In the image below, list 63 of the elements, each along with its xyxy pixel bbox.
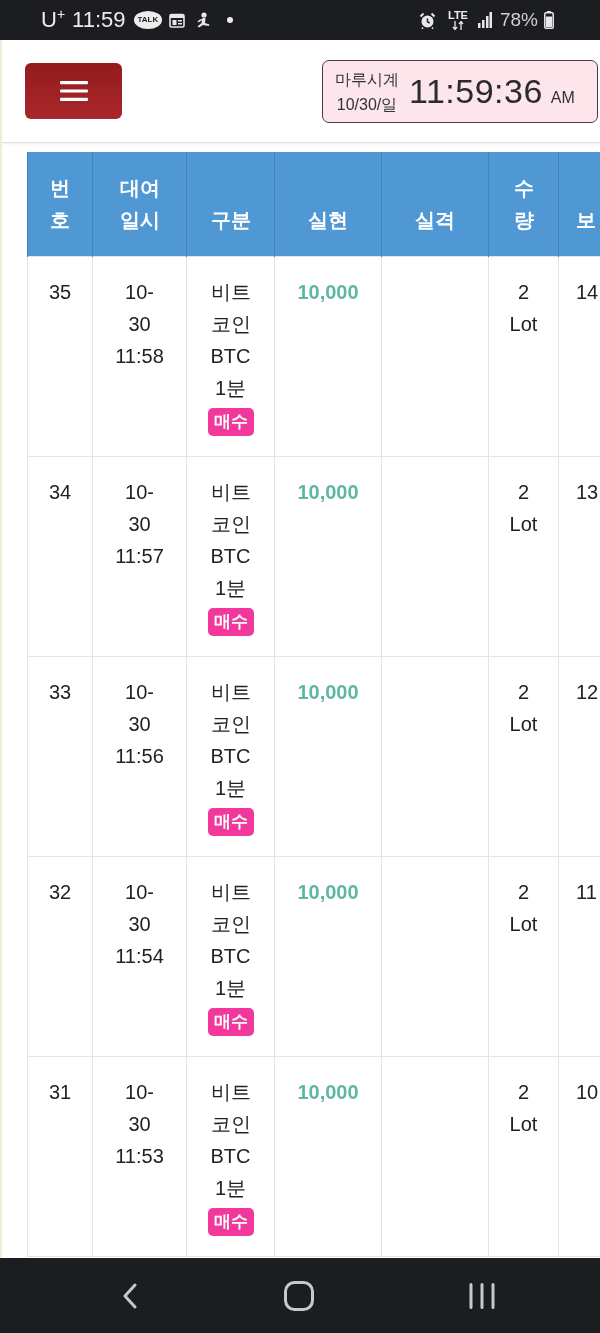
- table-cell-text: 12: [576, 680, 600, 705]
- clock-time: 11:59:36: [409, 72, 543, 111]
- battery-percent: 78%: [499, 9, 538, 31]
- column-header: 실현: [274, 152, 382, 257]
- table-cell-text: 10- 30 11:54: [114, 880, 165, 969]
- signal-icon: [477, 12, 492, 28]
- table-cell-text: 32: [47, 880, 73, 905]
- column-header: 구분: [186, 152, 275, 257]
- table-cell-text: 10,000: [296, 680, 360, 705]
- notification-dot-icon: [227, 17, 234, 23]
- table-cell-text: 10- 30 11:56: [114, 680, 165, 769]
- table-cell-text: 10,000: [296, 280, 360, 305]
- table-cell-text: 10,000: [296, 480, 360, 505]
- recent-apps-icon[interactable]: [469, 1282, 495, 1309]
- chat-app-badge: TALK: [133, 11, 163, 29]
- table-cell-text: 13: [576, 480, 600, 505]
- table-cell-text: 비트 코인 BTC 1분: [209, 480, 252, 601]
- menu-icon[interactable]: [59, 81, 88, 101]
- table-cell-text: 10,000: [296, 1080, 360, 1105]
- column-header: 보: [558, 152, 600, 257]
- table-cell-text: 10- 30 11:58: [114, 280, 165, 369]
- column-header: 번 호: [27, 152, 93, 257]
- column-header: 대여 일시: [92, 152, 187, 257]
- order-side-badge: 매수: [207, 1208, 254, 1236]
- data-arrows-icon: [452, 21, 464, 30]
- table-cell-text: 비트 코인 BTC 1분: [209, 680, 252, 801]
- clock-meridiem: AM: [550, 88, 575, 107]
- home-icon[interactable]: [284, 1280, 314, 1311]
- order-side-badge: 매수: [207, 408, 254, 436]
- table-cell-text: 2 Lot: [508, 880, 539, 937]
- status-time: 11:59: [72, 7, 126, 33]
- table-cell-text: 2 Lot: [508, 480, 539, 537]
- clock-date: 10/30/일: [336, 94, 398, 115]
- calendar-icon: [169, 12, 186, 28]
- table-cell-text: 비트 코인 BTC 1분: [209, 280, 252, 401]
- order-side-badge: 매수: [207, 1008, 254, 1036]
- order-side-badge: 매수: [207, 808, 254, 836]
- table-cell-text: 2 Lot: [508, 680, 539, 737]
- table-cell-text: 31: [47, 1080, 73, 1105]
- table-cell-text: 2 Lot: [508, 1080, 539, 1137]
- table-cell-text: 10- 30 11:53: [114, 1080, 165, 1169]
- network-type-label: LTE: [448, 10, 468, 21]
- table-cell-text: 33: [47, 680, 73, 705]
- column-header: 실격: [381, 152, 489, 257]
- table-cell-text: 10,000: [296, 880, 360, 905]
- table-cell-text: 14: [576, 280, 600, 305]
- person-icon: [195, 11, 212, 29]
- table-cell-text: 11: [576, 880, 598, 905]
- battery-icon: [544, 11, 554, 29]
- table-cell-text: 10: [576, 1080, 600, 1105]
- table-cell-text: 34: [47, 480, 73, 505]
- table-cell-text: 비트 코인 BTC 1분: [209, 1080, 252, 1201]
- order-side-badge: 매수: [207, 608, 254, 636]
- clock-title: 마루시계: [335, 69, 399, 90]
- alarm-clock-icon: [419, 11, 436, 29]
- table-cell-text: 비트 코인 BTC 1분: [209, 880, 252, 1001]
- column-header: 수 량: [488, 152, 559, 257]
- carrier-label: U$^{+}$: [41, 8, 66, 32]
- back-icon[interactable]: [122, 1282, 138, 1309]
- table-cell-text: 2 Lot: [508, 280, 539, 337]
- table-cell-text: 10- 30 11:57: [114, 480, 165, 569]
- menu-button[interactable]: [25, 63, 122, 119]
- table-cell-text: 35: [47, 280, 73, 305]
